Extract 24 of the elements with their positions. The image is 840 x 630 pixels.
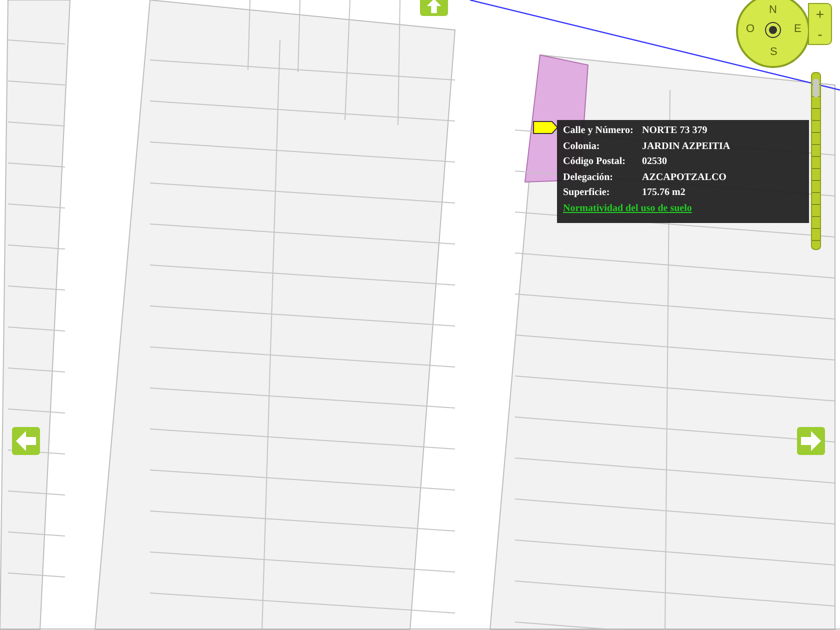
field-value: NORTE 73 379 <box>642 124 708 138</box>
compass-south[interactable]: S <box>770 46 778 58</box>
zoning-link[interactable]: Normatividad del uso de suelo <box>563 202 803 215</box>
pan-right-button[interactable] <box>797 427 825 455</box>
pan-left-button[interactable] <box>12 427 40 455</box>
tag-icon <box>533 121 558 134</box>
slider-thumb[interactable] <box>813 79 819 98</box>
zoom-in-button[interactable]: + <box>809 4 831 24</box>
zoom-out-button[interactable]: - <box>809 24 831 44</box>
field-value: 175.76 m2 <box>642 186 686 200</box>
field-label: Código Postal: <box>563 155 626 168</box>
compass-north[interactable]: N <box>769 4 777 16</box>
field-value: 02530 <box>642 155 667 168</box>
field-label: Colonia: <box>563 140 601 153</box>
arrow-up-icon <box>424 0 444 16</box>
field-label: Delegación: <box>563 170 614 184</box>
field-value: AZCAPOTZALCO <box>642 170 726 184</box>
field-label: Calle y Número: <box>563 124 634 138</box>
field-value: JARDIN AZPEITIA <box>642 140 730 153</box>
compass-west[interactable]: O <box>746 23 755 35</box>
center-icon[interactable] <box>766 23 780 37</box>
zoom-slider[interactable] <box>811 72 821 250</box>
compass-east[interactable]: E <box>794 23 802 35</box>
field-label: Superficie: <box>563 186 611 200</box>
